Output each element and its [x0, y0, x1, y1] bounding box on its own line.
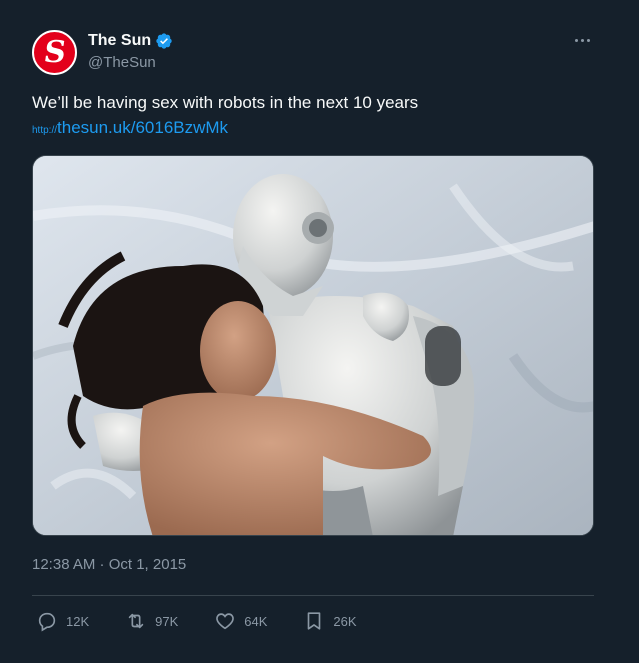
reply-count: 12K [66, 613, 90, 629]
like-count: 64K [244, 613, 268, 629]
avatar-letter: S [41, 34, 68, 70]
retweet-button[interactable]: 97K [125, 610, 178, 632]
tweet-image[interactable] [32, 155, 594, 536]
retweet-count: 97K [155, 613, 179, 629]
verified-badge-icon [156, 33, 172, 49]
avatar[interactable]: S [32, 30, 77, 75]
bookmark-count: 26K [333, 613, 357, 629]
link-prefix: http:// [32, 125, 58, 136]
photo-illustration [33, 156, 593, 535]
bookmark-button[interactable]: 26K [303, 610, 357, 632]
handle[interactable]: @TheSun [88, 54, 173, 71]
tweet-text: We’ll be having sex with robots in the n… [32, 93, 419, 112]
display-name[interactable]: The Sun [88, 32, 151, 50]
name-row: The Sun [88, 32, 173, 50]
reply-icon [38, 612, 56, 632]
link-text: thesun.uk/6016BzwMk [57, 118, 229, 137]
reply-button[interactable]: 12K [36, 610, 89, 632]
heart-icon [216, 613, 235, 630]
retweet-icon [128, 613, 144, 629]
divider [32, 595, 594, 596]
like-button[interactable]: 64K [214, 610, 267, 632]
bookmark-icon [308, 612, 321, 630]
tweet-card: S The Sun @TheSun We’ll be having sex wi… [0, 0, 639, 663]
more-horizontal-icon[interactable] [571, 30, 593, 50]
action-bar: 12K 97K 64K 26K [36, 610, 393, 632]
tweet-timestamp[interactable]: 12:38 AM · Oct 1, 2015 [32, 556, 186, 573]
author-info: The Sun @TheSun [88, 32, 173, 71]
tweet-link[interactable]: http:// thesun.uk/6016BzwMk [32, 118, 228, 138]
